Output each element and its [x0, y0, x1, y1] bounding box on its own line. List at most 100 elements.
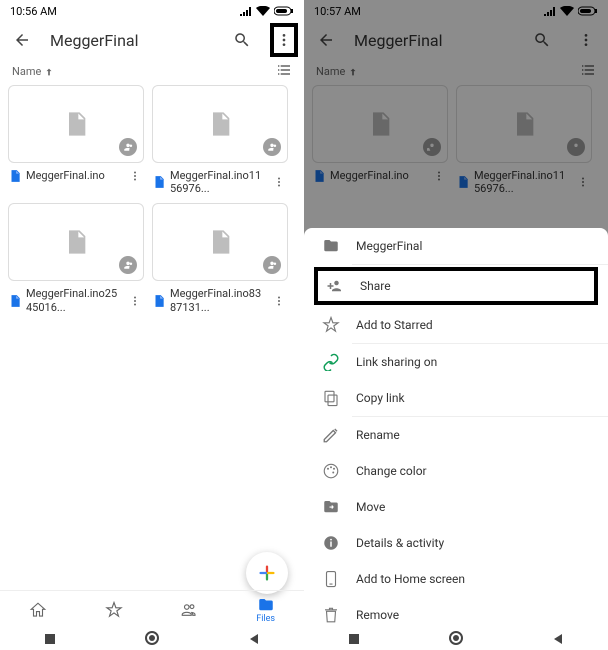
square-icon: [348, 633, 360, 645]
sheet-remove-label: Remove: [356, 608, 399, 622]
file-name: MeggerFinal.ino1156976...: [170, 169, 266, 195]
sheet-copy[interactable]: Copy link: [304, 380, 608, 416]
file-more-button[interactable]: [270, 295, 288, 307]
more-vert-icon: [129, 295, 141, 307]
shared-badge-icon: [119, 138, 137, 156]
square-icon: [44, 633, 56, 645]
sheet-rename-label: Rename: [356, 428, 400, 442]
right-screenshot: 10:57 AM MeggerFinal Name: [304, 0, 608, 650]
list-view-icon: [276, 62, 292, 78]
file-tile[interactable]: MeggerFinal.ino8387131...: [152, 203, 288, 313]
file-name: MeggerFinal.ino2545016...: [26, 287, 122, 313]
bottom-sheet: MeggerFinal Share Add to Starred Link sh…: [304, 228, 608, 628]
sheet-homescreen[interactable]: Add to Home screen: [304, 561, 608, 597]
pencil-icon: [322, 426, 340, 444]
system-nav: [0, 628, 304, 650]
sort-label[interactable]: Name: [12, 65, 41, 78]
sheet-starred-label: Add to Starred: [356, 318, 433, 332]
person-add-icon: [326, 277, 344, 295]
file-type-icon: [152, 175, 166, 189]
sheet-homescreen-label: Add to Home screen: [356, 572, 465, 586]
star-icon: [322, 316, 340, 334]
sheet-starred[interactable]: Add to Starred: [304, 307, 608, 343]
recents-button[interactable]: [348, 630, 360, 649]
sheet-details[interactable]: Details & activity: [304, 525, 608, 561]
battery-icon: [274, 6, 294, 16]
more-vert-icon: [129, 170, 141, 182]
back-button[interactable]: [6, 24, 38, 56]
sheet-move[interactable]: Move: [304, 489, 608, 525]
triangle-icon: [552, 633, 564, 645]
sort-header: Name: [0, 58, 304, 85]
left-screenshot: 10:56 AM MeggerFinal Name: [0, 0, 304, 650]
file-type-icon: [152, 294, 166, 308]
document-icon: [62, 107, 90, 141]
fab-new[interactable]: [246, 552, 288, 594]
status-icons: [240, 6, 294, 16]
file-name: MeggerFinal.ino: [26, 169, 122, 182]
sheet-folder-name: MeggerFinal: [356, 239, 422, 253]
home-icon: [29, 601, 47, 619]
app-bar: MeggerFinal: [0, 22, 304, 58]
recents-button[interactable]: [44, 630, 56, 649]
shared-badge-icon: [263, 138, 281, 156]
sheet-color-label: Change color: [356, 464, 427, 478]
info-icon: [322, 534, 340, 552]
copy-icon: [322, 389, 340, 407]
folder-icon: [322, 237, 340, 255]
back-button-sys[interactable]: [248, 630, 260, 649]
sheet-share[interactable]: Share: [314, 267, 598, 305]
phone-icon: [322, 570, 340, 588]
more-button[interactable]: [270, 23, 298, 57]
files-grid: MeggerFinal.ino MeggerFinal.ino1156976..…: [0, 85, 304, 314]
sheet-link-label: Link sharing on: [356, 355, 437, 369]
sheet-details-label: Details & activity: [356, 536, 444, 550]
back-button-sys[interactable]: [552, 630, 564, 649]
file-more-button[interactable]: [126, 295, 144, 307]
folder-icon: [257, 596, 275, 614]
system-nav: [304, 628, 608, 650]
shared-badge-icon: [263, 256, 281, 274]
back-arrow-icon: [13, 31, 31, 49]
sheet-copy-label: Copy link: [356, 391, 405, 405]
home-button[interactable]: [449, 630, 463, 649]
sheet-move-label: Move: [356, 500, 385, 514]
file-type-icon: [8, 169, 22, 183]
search-button[interactable]: [226, 24, 258, 56]
sheet-link[interactable]: Link sharing on: [304, 344, 608, 380]
wifi-icon: [256, 6, 270, 16]
file-thumbnail: [8, 203, 144, 281]
sheet-rename[interactable]: Rename: [304, 417, 608, 453]
signal-icon: [240, 6, 252, 16]
status-bar: 10:56 AM: [0, 0, 304, 22]
trash-icon: [322, 606, 340, 624]
folder-move-icon: [322, 498, 340, 516]
file-type-icon: [8, 294, 22, 308]
circle-icon: [449, 631, 463, 645]
search-icon: [233, 31, 251, 49]
sheet-remove[interactable]: Remove: [304, 597, 608, 628]
arrow-up-icon: [44, 67, 54, 77]
file-thumbnail: [8, 85, 144, 163]
divider: [352, 264, 608, 265]
file-tile[interactable]: MeggerFinal.ino1156976...: [152, 85, 288, 195]
bottom-nav: Files: [0, 590, 304, 628]
plus-icon: [256, 562, 278, 584]
file-tile[interactable]: MeggerFinal.ino: [8, 85, 144, 195]
home-button[interactable]: [145, 630, 159, 649]
link-icon: [322, 353, 340, 371]
file-more-button[interactable]: [126, 170, 144, 182]
file-thumbnail: [152, 203, 288, 281]
nav-files-label: Files: [256, 614, 275, 624]
file-more-button[interactable]: [270, 176, 288, 188]
view-toggle[interactable]: [276, 62, 292, 81]
sheet-color[interactable]: Change color: [304, 453, 608, 489]
nav-starred[interactable]: [105, 601, 123, 619]
file-name: MeggerFinal.ino8387131...: [170, 287, 266, 313]
nav-files[interactable]: Files: [256, 596, 275, 624]
file-thumbnail: [152, 85, 288, 163]
nav-shared[interactable]: [180, 601, 198, 619]
more-vert-icon: [273, 176, 285, 188]
nav-home[interactable]: [29, 601, 47, 619]
file-tile[interactable]: MeggerFinal.ino2545016...: [8, 203, 144, 313]
